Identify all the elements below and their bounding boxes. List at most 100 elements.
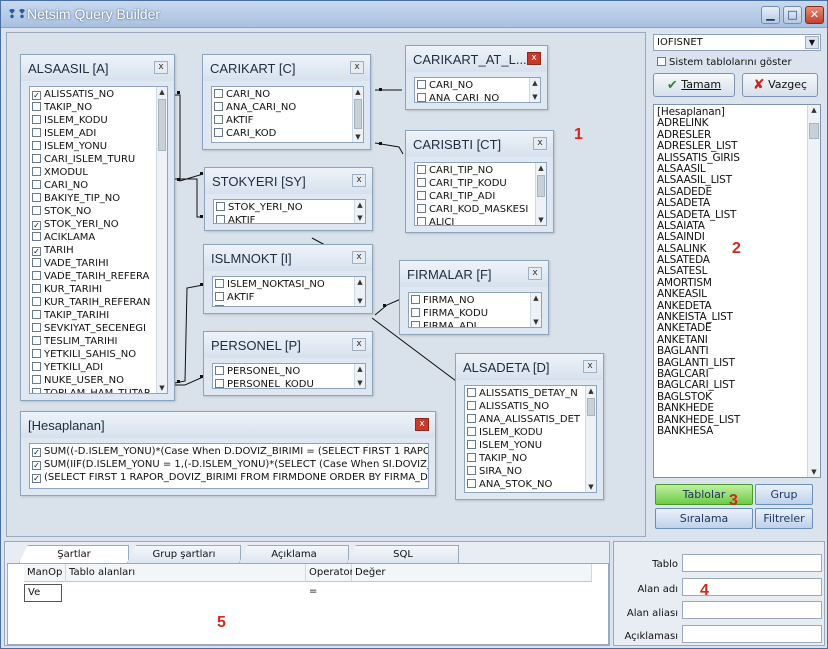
field-row[interactable]: NUKE_USER_NO	[30, 374, 156, 387]
field-checkbox[interactable]	[417, 80, 426, 89]
field-row[interactable]: ALISSATIS_NO	[465, 400, 585, 413]
table-list-item[interactable]: BAGLANTI	[657, 345, 806, 357]
field-row[interactable]: ALICI	[415, 216, 535, 225]
field-checkbox[interactable]	[32, 154, 41, 163]
field-checkbox[interactable]	[417, 165, 426, 174]
field-checkbox[interactable]	[32, 102, 41, 111]
close-icon[interactable]: x	[352, 251, 366, 264]
chevron-down-icon[interactable]: ▼	[805, 36, 819, 49]
tablolar-button[interactable]: Tablolar	[655, 484, 753, 505]
field-row[interactable]: TAKIP_NO	[30, 101, 156, 114]
grup-button[interactable]: Grup	[755, 484, 813, 505]
field-row[interactable]: CARI_ISLEM_TURU	[30, 153, 156, 166]
field-row[interactable]: SEVKIYAT_SECENEGI	[30, 322, 156, 335]
field-row[interactable]: CARI_TIP_NO	[415, 164, 535, 177]
table-list-item[interactable]: ADRESLER_LIST	[657, 140, 806, 152]
field-checkbox[interactable]	[32, 388, 41, 393]
field-row[interactable]: ✓ SUM((-D.ISLEM_YONU)*(Case When D.DOVIZ_…	[30, 445, 428, 458]
field-checkbox[interactable]	[417, 217, 426, 225]
siralama-button[interactable]: Sıralama	[655, 508, 753, 529]
scrollbar[interactable]: ▲ ▼	[352, 87, 363, 142]
ok-button[interactable]: ✔ Tamam	[653, 73, 735, 97]
field-row[interactable]: ANA_NOKTA	[213, 304, 354, 306]
field-checkbox[interactable]	[215, 379, 224, 388]
field-row[interactable]: CARI_TIP_ADI	[415, 190, 535, 203]
deger-cell[interactable]	[352, 584, 592, 602]
scrollbar[interactable]: ▲ ▼	[354, 364, 365, 388]
field-checkbox[interactable]: ✓	[32, 448, 41, 457]
field-row[interactable]: TAKIP_NO	[465, 452, 585, 465]
system-tables-checkbox[interactable]: Sistem tablolarını göster	[657, 57, 792, 68]
field-row[interactable]: AKTIF	[213, 291, 354, 304]
field-row[interactable]: KUR_TARIHI	[30, 283, 156, 296]
field-checkbox[interactable]	[32, 375, 41, 384]
field-checkbox[interactable]	[32, 193, 41, 202]
table-list-item[interactable]: ALSADETA	[657, 197, 806, 209]
field-checkbox[interactable]	[32, 336, 41, 345]
close-icon[interactable]: x	[350, 61, 364, 74]
field-row[interactable]: ANA_ALISSATIS_DET	[465, 413, 585, 426]
field-checkbox[interactable]	[467, 414, 476, 423]
close-icon[interactable]: x	[583, 360, 597, 373]
close-icon[interactable]: x	[352, 338, 366, 351]
table-carikart[interactable]: CARIKART [C] x CARI_NO ANA_CARI_NO AKTIF CA…	[202, 54, 371, 150]
field-row[interactable]: ISLEM_NOKTASI_NO	[213, 278, 354, 291]
field-row[interactable]: SIRA_NO	[465, 465, 585, 478]
field-checkbox[interactable]	[417, 178, 426, 187]
scrollbar[interactable]: ▲ ▼	[807, 105, 820, 477]
alan-aliasi-field[interactable]	[682, 601, 822, 619]
cancel-button[interactable]: ✘ Vazgeç	[742, 73, 818, 97]
field-row[interactable]: CARI_NO	[30, 179, 156, 192]
field-row[interactable]: ANA_STOK_NO	[465, 478, 585, 491]
close-button[interactable]: ✕	[805, 6, 824, 24]
field-row[interactable]: STOK_NO	[30, 205, 156, 218]
minimize-button[interactable]: ▁	[761, 6, 780, 24]
field-row[interactable]: ISLEM_YONU	[465, 439, 585, 452]
field-row[interactable]: ALISSATIS_DETAY_N	[465, 387, 585, 400]
checkbox-icon[interactable]	[657, 57, 666, 66]
field-checkbox[interactable]	[32, 141, 41, 150]
table-list[interactable]: [Hesaplanan] ADRELINK ADRESLER ADRESLER_LIS…	[653, 104, 821, 478]
field-checkbox[interactable]	[411, 321, 420, 327]
maximize-button[interactable]: □	[783, 6, 802, 24]
field-row[interactable]: KUR_TARIH_REFERAN	[30, 296, 156, 309]
field-row[interactable]: AKTIF	[212, 114, 352, 127]
table-stokyeri[interactable]: STOKYERI [SY] x STOK_YERI_NO AKTIF ▲ ▼	[204, 167, 373, 231]
scrollbar[interactable]: ▲ ▼	[530, 293, 541, 327]
table-list-item[interactable]: BANKHEDE	[657, 402, 806, 414]
field-row[interactable]: ANA_CARI_NO	[212, 101, 352, 114]
scrollbar[interactable]: ▲ ▼	[535, 163, 546, 225]
field-row[interactable]: TESLIM_TARIHI	[30, 335, 156, 348]
field-row[interactable]: ISLEM_ADI	[30, 127, 156, 140]
field-checkbox[interactable]	[467, 427, 476, 436]
field-checkbox[interactable]	[417, 204, 426, 213]
field-row[interactable]: TAKIP_TARIHI	[30, 309, 156, 322]
field-checkbox[interactable]: ✓	[32, 91, 41, 100]
field-checkbox[interactable]	[216, 215, 225, 223]
tab-sql[interactable]: SQL	[347, 545, 459, 563]
field-row[interactable]: PERSONEL_NO	[213, 365, 354, 378]
scrollbar[interactable]: ▲ ▼	[585, 386, 596, 492]
field-row[interactable]: BAKIYE_TIP_NO	[30, 192, 156, 205]
alan-cell[interactable]	[66, 584, 306, 602]
manop-cell[interactable]: Ve	[24, 584, 62, 602]
field-row[interactable]: ISLEM_KODU	[465, 426, 585, 439]
field-checkbox[interactable]	[411, 308, 420, 317]
field-checkbox[interactable]: ✓	[32, 221, 41, 230]
field-checkbox[interactable]	[32, 180, 41, 189]
field-row[interactable]: YETKILI_ADI	[30, 361, 156, 374]
field-checkbox[interactable]	[32, 232, 41, 241]
field-checkbox[interactable]	[32, 128, 41, 137]
field-checkbox[interactable]	[32, 271, 41, 280]
field-row[interactable]: FIRMA_ADI	[409, 320, 530, 327]
tab-sartlar[interactable]: Şartlar	[19, 545, 129, 563]
tab-grup-sartlari[interactable]: Grup şartları	[127, 545, 241, 563]
field-row[interactable]: ✓ SUM(IIF(D.ISLEM_YONU = 1,(-D.ISLEM_YONU…	[30, 458, 428, 471]
field-checkbox[interactable]	[214, 128, 223, 137]
field-checkbox[interactable]	[32, 362, 41, 371]
field-checkbox[interactable]	[214, 89, 223, 98]
field-checkbox[interactable]	[32, 323, 41, 332]
field-row[interactable]: ACIKLAMA	[30, 231, 156, 244]
table-personel[interactable]: PERSONEL [P] x PERSONEL_NO PERSONEL_KODU …	[203, 331, 373, 396]
field-row[interactable]: CARI_NO	[415, 79, 529, 92]
